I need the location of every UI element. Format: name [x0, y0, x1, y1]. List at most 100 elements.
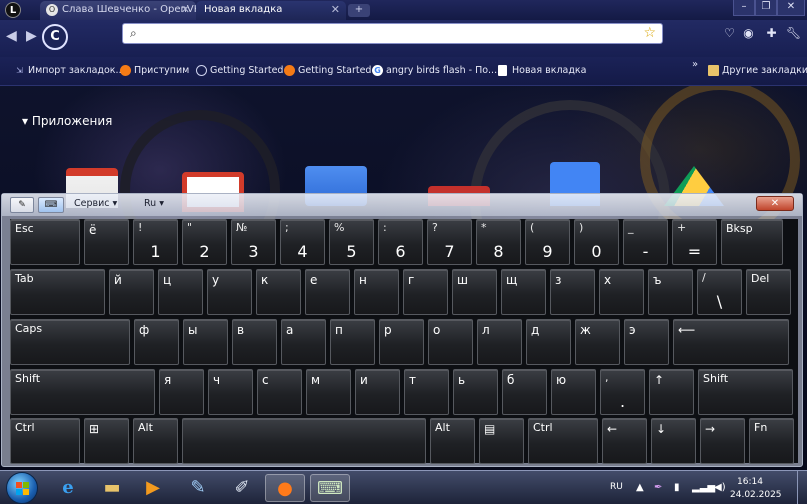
- key-char[interactable]: я: [159, 369, 204, 415]
- key-char[interactable]: ё: [84, 219, 129, 265]
- key-char[interactable]: _ -: [623, 219, 668, 265]
- key-char[interactable]: № 3: [231, 219, 276, 265]
- key-char[interactable]: ж: [575, 319, 620, 365]
- key-ctrl[interactable]: Ctrl: [528, 418, 598, 464]
- volume-icon[interactable]: ◀): [714, 482, 726, 493]
- key-char[interactable]: →: [700, 418, 745, 464]
- key-bksp[interactable]: Bksp: [721, 219, 783, 265]
- key-char[interactable]: + =: [672, 219, 717, 265]
- apps-section-header[interactable]: ▾ Приложения: [22, 114, 112, 128]
- battery-icon[interactable]: ▮: [674, 482, 680, 493]
- key-char[interactable]: ъ: [648, 269, 693, 315]
- key-esc[interactable]: Esc: [10, 219, 80, 265]
- key-char[interactable]: / \: [697, 269, 742, 315]
- bookmark-item[interactable]: G angry birds flash - По...: [372, 65, 497, 76]
- bookmark-item[interactable]: Новая вкладка: [498, 65, 586, 76]
- key-char[interactable]: р: [379, 319, 424, 365]
- key-char[interactable]: * 8: [476, 219, 521, 265]
- show-desktop-button[interactable]: [797, 470, 807, 504]
- key-char[interactable]: с: [257, 369, 302, 415]
- taskbar-explorer[interactable]: ▬: [92, 474, 132, 502]
- key-char[interactable]: п: [330, 319, 375, 365]
- bookmark-item[interactable]: Getting Started: [284, 65, 371, 76]
- minimize-button[interactable]: –: [733, 0, 755, 16]
- tab-new-tab[interactable]: Новая вкладка ✕: [196, 1, 346, 20]
- key-alt[interactable]: Alt: [133, 418, 178, 464]
- bookmarks-overflow-chevron-icon[interactable]: »: [692, 59, 698, 70]
- key-char[interactable]: г: [403, 269, 448, 315]
- language-menu[interactable]: Ru ▾: [144, 198, 164, 209]
- key-char[interactable]: ↑: [649, 369, 694, 415]
- key-shift[interactable]: Shift: [698, 369, 793, 415]
- key-tab[interactable]: Tab: [10, 269, 105, 315]
- key-char[interactable]: ы: [183, 319, 228, 365]
- close-tab-icon[interactable]: ✕: [181, 3, 190, 16]
- key-char[interactable]: ⟵: [673, 319, 789, 365]
- key-caps[interactable]: Caps: [10, 319, 130, 365]
- home-button[interactable]: C: [42, 24, 68, 50]
- key-char[interactable]: ; 4: [280, 219, 325, 265]
- key-char[interactable]: ь: [453, 369, 498, 415]
- back-arrow-icon[interactable]: ◀: [6, 28, 17, 44]
- service-menu[interactable]: Сервис ▾: [74, 198, 117, 209]
- taskbar-clock[interactable]: 16:14 24.02.2025: [730, 476, 782, 502]
- bookmark-item[interactable]: ⇲ Импорт закладок...: [14, 65, 124, 76]
- key-char[interactable]: и: [355, 369, 400, 415]
- key-ctrl[interactable]: Ctrl: [10, 418, 80, 464]
- key-char[interactable]: к: [256, 269, 301, 315]
- key-alt[interactable]: Alt: [430, 418, 475, 464]
- key-char[interactable]: ←: [602, 418, 647, 464]
- key-char[interactable]: т: [404, 369, 449, 415]
- key-char[interactable]: з: [550, 269, 595, 315]
- key-char[interactable]: ю: [551, 369, 596, 415]
- new-tab-button[interactable]: +: [348, 4, 370, 17]
- settings-wrench-icon[interactable]: 🔧︎: [786, 26, 801, 41]
- key-shift[interactable]: Shift: [10, 369, 155, 415]
- key-del[interactable]: Del: [746, 269, 791, 315]
- key-char[interactable]: ⊞: [84, 418, 129, 464]
- key-fn[interactable]: Fn: [749, 418, 794, 464]
- key-char[interactable]: б: [502, 369, 547, 415]
- keyboard-mode-icon[interactable]: ⌨: [38, 197, 64, 213]
- key-char[interactable]: " 2: [182, 219, 227, 265]
- bookmark-item[interactable]: Приступим: [120, 65, 189, 76]
- close-tab-icon[interactable]: ✕: [331, 3, 340, 16]
- taskbar-firefox[interactable]: ●: [265, 474, 305, 502]
- key-char[interactable]: щ: [501, 269, 546, 315]
- key-char[interactable]: ф: [134, 319, 179, 365]
- key-char[interactable]: ц: [158, 269, 203, 315]
- key-char[interactable]: % 5: [329, 219, 374, 265]
- start-button[interactable]: [6, 472, 38, 504]
- key-char[interactable]: в: [232, 319, 277, 365]
- handwriting-mode-icon[interactable]: ✎: [10, 197, 34, 213]
- key-char[interactable]: е: [305, 269, 350, 315]
- key-char[interactable]: ) 0: [574, 219, 619, 265]
- key-char[interactable]: ↓: [651, 418, 696, 464]
- taskbar-onscreen-keyboard[interactable]: ⌨: [310, 474, 350, 502]
- key-char[interactable]: м: [306, 369, 351, 415]
- key-char[interactable]: л: [477, 319, 522, 365]
- forward-arrow-icon[interactable]: ▶: [26, 28, 37, 44]
- browser-logo-icon[interactable]: L: [5, 2, 21, 18]
- maximize-button[interactable]: ❐: [755, 0, 777, 16]
- key-space[interactable]: [182, 418, 426, 464]
- key-char[interactable]: х: [599, 269, 644, 315]
- key-char[interactable]: ! 1: [133, 219, 178, 265]
- key-char[interactable]: э: [624, 319, 669, 365]
- key-char[interactable]: н: [354, 269, 399, 315]
- key-char[interactable]: д: [526, 319, 571, 365]
- key-char[interactable]: ? 7: [427, 219, 472, 265]
- tray-pen-icon[interactable]: ✒: [654, 482, 662, 493]
- taskbar-tool[interactable]: ✎: [178, 474, 218, 502]
- firefox-extension-icon[interactable]: ◉: [741, 26, 756, 41]
- bookmark-item[interactable]: Getting Started: [196, 65, 283, 76]
- taskbar-internet-explorer[interactable]: e: [48, 474, 88, 502]
- key-char[interactable]: :6: [378, 219, 423, 265]
- close-window-button[interactable]: ✕: [777, 0, 805, 16]
- bookmark-star-icon[interactable]: ☆: [643, 25, 656, 41]
- network-signal-icon[interactable]: ▂▃▅: [692, 482, 715, 493]
- key-char[interactable]: а: [281, 319, 326, 365]
- key-char[interactable]: ш: [452, 269, 497, 315]
- key-char[interactable]: ч: [208, 369, 253, 415]
- keyboard-close-button[interactable]: ✕: [756, 196, 794, 211]
